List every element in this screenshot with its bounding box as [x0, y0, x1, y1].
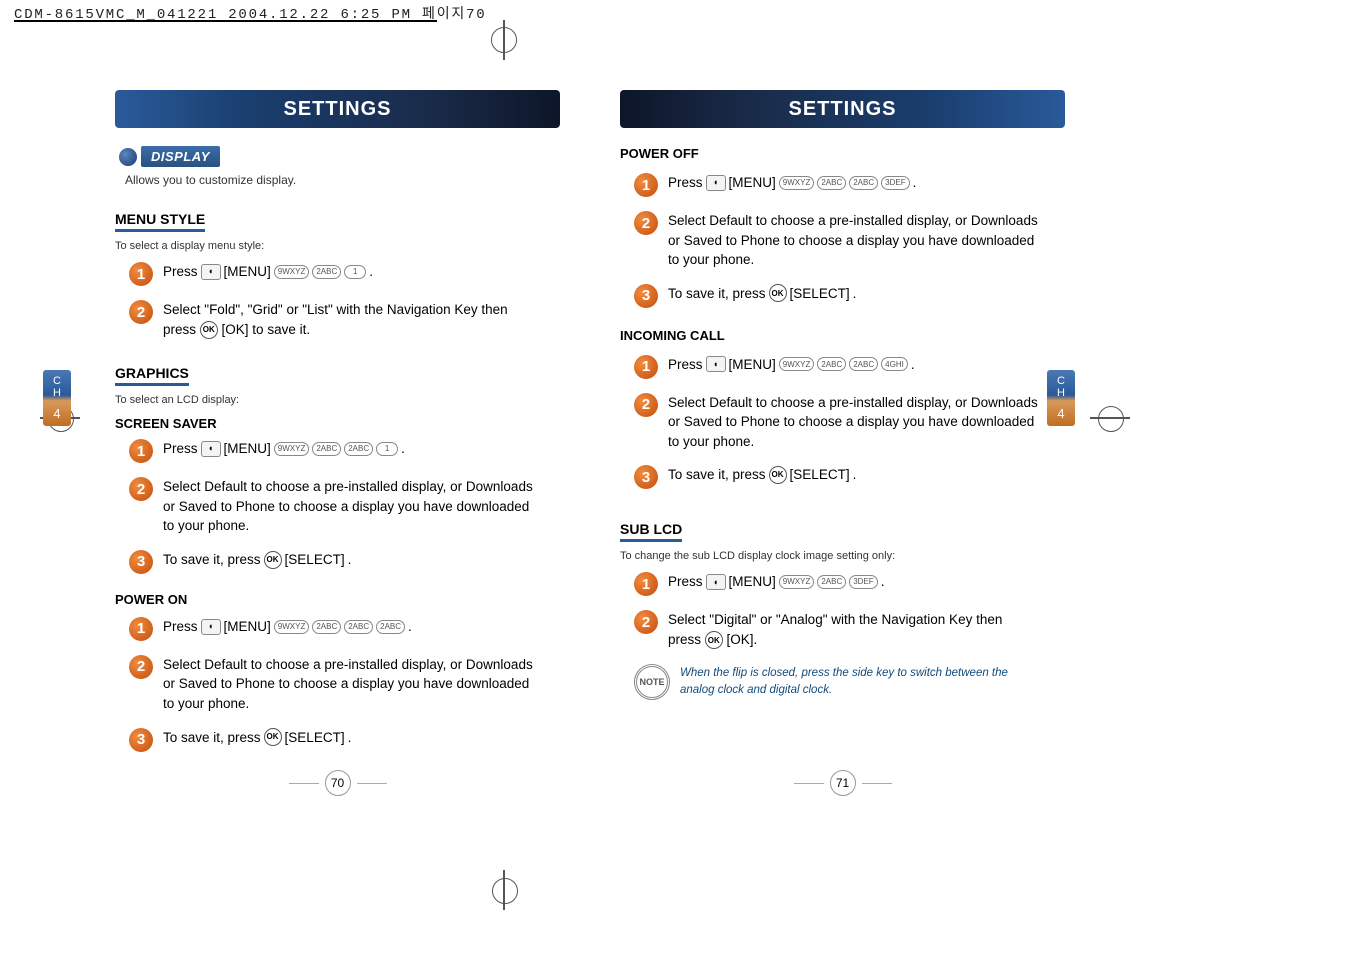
keypad-key: 2ABC: [817, 575, 846, 589]
ruler-ticks: [14, 20, 437, 30]
step-number-icon: 3: [129, 550, 153, 574]
step-1: 1 Press ◖ [MENU] 9WXYZ 2ABC 2ABC 4GHI .: [634, 355, 1065, 379]
keypad-key: 3DEF: [881, 176, 909, 190]
step-number-icon: 3: [634, 284, 658, 308]
section-sub-lcd: SUB LCD: [620, 521, 682, 542]
note-text: When the flip is closed, press the side …: [680, 665, 1030, 697]
step-2: 2 Select "Digital" or "Analog" with the …: [634, 610, 1065, 649]
keypad-key: 9WXYZ: [779, 176, 815, 190]
step-1: 1 Press ◖ [MENU] 9WXYZ 2ABC 2ABC 3DEF .: [634, 173, 1065, 197]
section-graphics: GRAPHICS: [115, 365, 189, 386]
page-number-wrap: 70: [289, 770, 387, 796]
step-number-icon: 2: [129, 655, 153, 679]
page-number: 70: [325, 770, 351, 796]
section-menu-style: MENU STYLE: [115, 211, 205, 232]
keypad-key: 2ABC: [817, 357, 846, 371]
step-1: 1 Press ◖ [MENU] 9WXYZ 2ABC 2ABC 1 .: [129, 439, 560, 463]
keypad-key: 9WXYZ: [779, 575, 815, 589]
step-2: 2 Select Default to choose a pre-install…: [634, 393, 1065, 452]
section-screen-saver: SCREEN SAVER: [115, 416, 560, 431]
note-badge-icon: NOTE: [634, 664, 670, 700]
step-2: 2 Select "Fold", "Grid" or "List" with t…: [129, 300, 560, 339]
registration-mark-right: [1090, 398, 1130, 438]
header-bar-right: SETTINGS: [620, 90, 1065, 128]
page-71: SETTINGS POWER OFF 1 Press ◖ [MENU] 9WXY…: [590, 70, 1095, 810]
step-number-icon: 1: [634, 572, 658, 596]
keypad-key: 2ABC: [849, 357, 878, 371]
registration-mark-bottom: [484, 870, 524, 910]
ok-key-icon: OK: [264, 551, 282, 569]
step-number-icon: 1: [129, 262, 153, 286]
softkey-icon: ◖: [201, 264, 221, 280]
keypad-key: 1: [344, 265, 366, 279]
softkey-icon: ◖: [706, 356, 726, 372]
page-title: SETTINGS: [788, 98, 896, 121]
chapter-tab-left: C H 4: [43, 370, 71, 426]
display-badge: DISPLAY: [119, 146, 220, 167]
page-title: SETTINGS: [283, 98, 391, 121]
section-power-on: POWER ON: [115, 592, 560, 607]
section-sub: To change the sub LCD display clock imag…: [620, 550, 1065, 562]
page-number-wrap: 71: [794, 770, 892, 796]
step-1: 1 Press ◖ [MENU] 9WXYZ 2ABC 2ABC 2ABC .: [129, 617, 560, 641]
ok-key-icon: OK: [264, 728, 282, 746]
softkey-icon: ◖: [706, 574, 726, 590]
keypad-key: 2ABC: [817, 176, 846, 190]
keypad-key: 9WXYZ: [274, 442, 310, 456]
step-number-icon: 2: [634, 610, 658, 634]
step-3: 3 To save it, press OK [SELECT].: [634, 465, 1065, 489]
step-1: 1 Press ◖ [MENU] 9WXYZ 2ABC 3DEF .: [634, 572, 1065, 596]
header-bar-left: SETTINGS: [115, 90, 560, 128]
keypad-key: 2ABC: [312, 620, 341, 634]
step-2: 2 Select Default to choose a pre-install…: [129, 655, 560, 714]
step-number-icon: 1: [129, 617, 153, 641]
keypad-key: 9WXYZ: [274, 620, 310, 634]
step-1: 1 Press ◖ [MENU] 9WXYZ 2ABC 1 .: [129, 262, 560, 286]
step-number-icon: 1: [634, 173, 658, 197]
step-number-icon: 2: [129, 477, 153, 501]
keypad-key: 9WXYZ: [274, 265, 310, 279]
step-number-icon: 3: [634, 465, 658, 489]
keypad-key: 3DEF: [849, 575, 877, 589]
keypad-key: 1: [376, 442, 398, 456]
step-number-icon: 3: [129, 728, 153, 752]
note: NOTE When the flip is closed, press the …: [634, 664, 1065, 700]
step-number-icon: 1: [129, 439, 153, 463]
section-power-off: POWER OFF: [620, 146, 1065, 161]
keypad-key: 2ABC: [344, 620, 373, 634]
keypad-key: 9WXYZ: [779, 357, 815, 371]
keypad-key: 2ABC: [344, 442, 373, 456]
intro-text: Allows you to customize display.: [125, 173, 560, 187]
step-number-icon: 1: [634, 355, 658, 379]
keypad-key: 2ABC: [312, 265, 341, 279]
dot-icon: [119, 148, 137, 166]
step-2: 2 Select Default to choose a pre-install…: [129, 477, 560, 536]
softkey-icon: ◖: [201, 619, 221, 635]
section-incoming-call: INCOMING CALL: [620, 328, 1065, 343]
ok-key-icon: OK: [200, 321, 218, 339]
keypad-key: 4GHI: [881, 357, 908, 371]
ok-key-icon: OK: [705, 631, 723, 649]
registration-mark-top: [484, 20, 524, 60]
ok-key-icon: OK: [769, 466, 787, 484]
step-3: 3 To save it, press OK [SELECT].: [129, 728, 560, 752]
keypad-key: 2ABC: [376, 620, 405, 634]
step-3: 3 To save it, press OK [SELECT].: [129, 550, 560, 574]
softkey-icon: ◖: [706, 175, 726, 191]
ok-key-icon: OK: [769, 284, 787, 302]
section-sub: To select an LCD display:: [115, 394, 560, 406]
step-2: 2 Select Default to choose a pre-install…: [634, 211, 1065, 270]
step-3: 3 To save it, press OK [SELECT].: [634, 284, 1065, 308]
keypad-key: 2ABC: [312, 442, 341, 456]
softkey-icon: ◖: [201, 441, 221, 457]
page-number: 71: [830, 770, 856, 796]
step-number-icon: 2: [634, 393, 658, 417]
keypad-key: 2ABC: [849, 176, 878, 190]
step-number-icon: 2: [129, 300, 153, 324]
page-70: SETTINGS DISPLAY Allows you to customize…: [85, 70, 590, 810]
step-number-icon: 2: [634, 211, 658, 235]
section-sub: To select a display menu style:: [115, 240, 560, 252]
